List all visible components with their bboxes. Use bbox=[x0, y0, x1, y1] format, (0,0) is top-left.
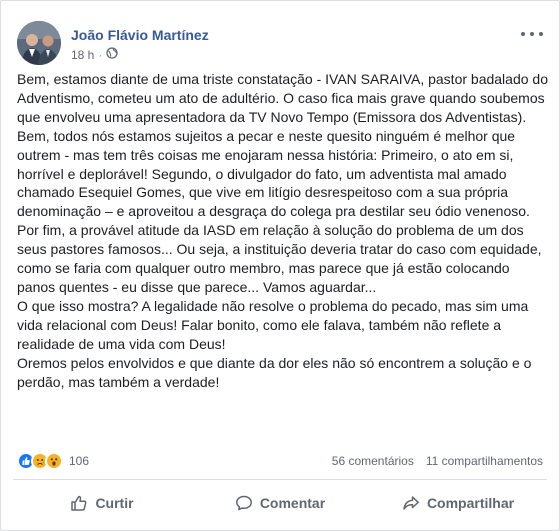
like-button[interactable]: Curtir bbox=[13, 484, 191, 522]
action-bar: Curtir Comentar Compartilhar bbox=[13, 484, 547, 522]
post-paragraph: Bem, estamos diante de uma triste consta… bbox=[17, 71, 548, 295]
thumbs-up-icon bbox=[70, 494, 88, 512]
globe-icon bbox=[106, 47, 119, 62]
post-text: Bem, estamos diante de uma triste consta… bbox=[17, 70, 551, 391]
comment-button[interactable]: Comentar bbox=[191, 484, 369, 522]
reaction-icons[interactable] bbox=[17, 452, 63, 470]
comment-label: Comentar bbox=[259, 495, 326, 511]
more-options-icon[interactable] bbox=[521, 27, 543, 41]
reaction-count[interactable]: 106 bbox=[69, 454, 89, 468]
avatar[interactable] bbox=[17, 21, 61, 65]
post-header: João Flávio Martínez 18 h · bbox=[17, 15, 543, 67]
post-paragraph: O que isso mostra? A legalidade não reso… bbox=[17, 297, 529, 352]
share-icon bbox=[402, 494, 420, 512]
comment-icon bbox=[235, 494, 253, 512]
comment-count[interactable]: 56 comentários bbox=[332, 454, 414, 468]
post-paragraph: Oremos pelos envolvidos e que diante da … bbox=[17, 354, 532, 390]
reactions-bar: 106 56 comentários 11 compartilhamentos bbox=[17, 450, 543, 472]
divider bbox=[13, 479, 547, 480]
share-button[interactable]: Compartilhar bbox=[369, 484, 547, 522]
share-label: Compartilhar bbox=[426, 495, 515, 511]
engagement-counts: 56 comentários 11 compartilhamentos bbox=[332, 454, 543, 468]
wow-icon bbox=[45, 452, 63, 470]
author-name[interactable]: João Flávio Martínez bbox=[71, 27, 209, 43]
meta-separator: · bbox=[98, 47, 103, 62]
share-count[interactable]: 11 compartilhamentos bbox=[426, 454, 543, 468]
post-meta: 18 h · bbox=[71, 47, 119, 62]
post-card: João Flávio Martínez 18 h · Bem, estamos… bbox=[0, 0, 560, 531]
avatar-image bbox=[17, 21, 61, 65]
like-label: Curtir bbox=[95, 495, 134, 511]
post-time[interactable]: 18 h bbox=[71, 48, 94, 62]
